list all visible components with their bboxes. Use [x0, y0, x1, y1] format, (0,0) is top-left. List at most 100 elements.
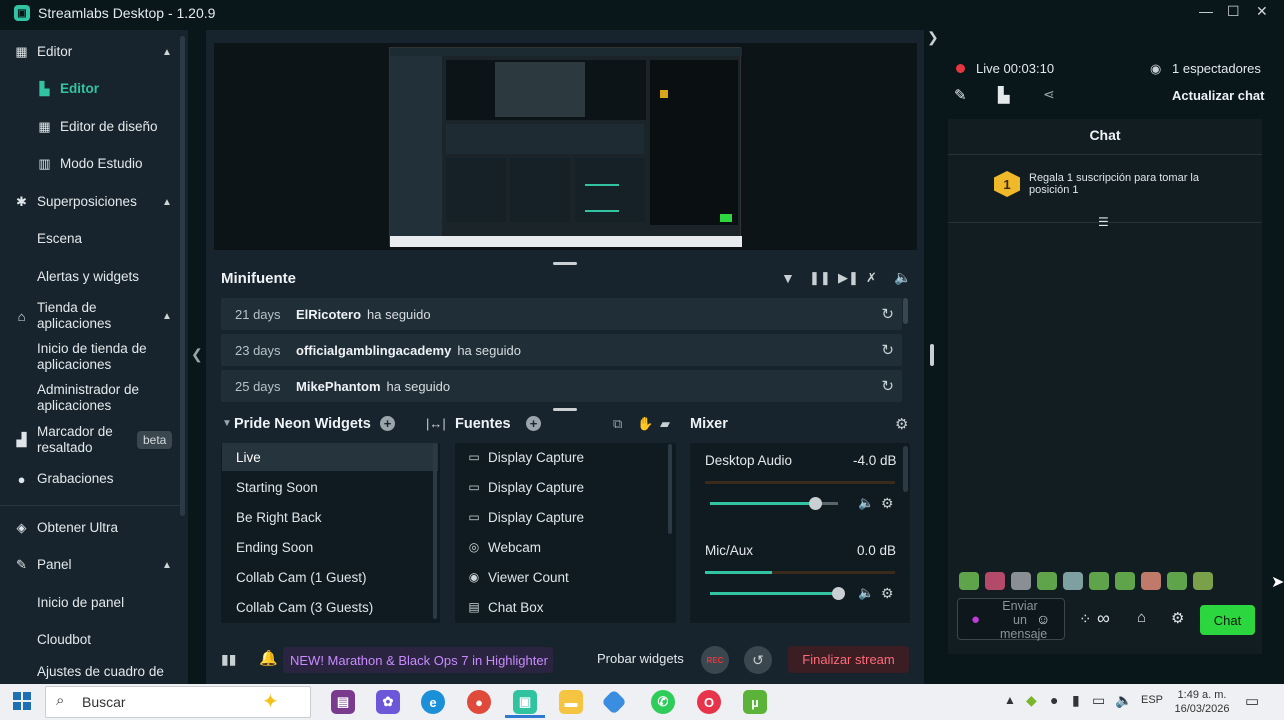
folder-icon[interactable]: ▰	[660, 416, 670, 432]
filter-icon[interactable]: ▼	[781, 270, 795, 286]
edit-stream-icon[interactable]: ✎	[954, 86, 967, 104]
source-item[interactable]: ▭ Display Capture	[463, 443, 668, 471]
edge-icon[interactable]: e	[421, 690, 445, 714]
speaker-icon[interactable]: 🔈	[858, 495, 874, 511]
notification-bell-icon[interactable]: 🔔	[259, 649, 278, 667]
gear-icon[interactable]: ⚙	[881, 585, 894, 602]
sidebar-group-panel[interactable]: ✎ Panel ▲	[0, 557, 180, 573]
windows-start-icon[interactable]	[13, 692, 31, 710]
dock-resize-handle[interactable]	[930, 344, 934, 366]
sidebar-item-layout-editor[interactable]: ▦ Editor de diseño	[0, 119, 180, 135]
resize-handle[interactable]	[553, 262, 577, 265]
stats-icon[interactable]: ▮▮	[221, 651, 236, 668]
replay-icon[interactable]: ↻	[881, 341, 894, 359]
pause-icon[interactable]: ❚❚	[809, 270, 831, 286]
scene-transition-icon[interactable]: |↔|	[426, 416, 446, 431]
emote-icon[interactable]	[985, 572, 1005, 590]
sidebar-item-app-store-home[interactable]: Inicio de tienda de aplicaciones	[0, 341, 180, 373]
infinity-icon[interactable]: ∞	[1097, 608, 1110, 629]
points-icon[interactable]: ⁘	[1079, 610, 1092, 628]
sidebar-item-app-manager[interactable]: Administrador de aplicaciones	[0, 382, 180, 414]
sidebar-item-panel-home[interactable]: Inicio de panel	[0, 595, 180, 611]
volume-icon[interactable]: 🔈	[894, 269, 911, 286]
emote-icon[interactable]	[959, 572, 979, 590]
sidebar-scrollbar[interactable]	[180, 36, 185, 516]
add-source-icon[interactable]: +	[526, 416, 541, 431]
tray-app-icon[interactable]: ◆	[1026, 692, 1037, 709]
volume-slider[interactable]	[710, 587, 845, 600]
source-item[interactable]: ◉ Viewer Count	[463, 563, 668, 591]
streamlabs-icon[interactable]: ▣	[513, 690, 537, 714]
sidebar-group-editor[interactable]: ▦ Editor ▲	[0, 44, 180, 60]
emote-icon[interactable]	[1037, 572, 1057, 590]
test-widgets-button[interactable]: Probar widgets	[597, 651, 684, 666]
sources-scrollbar[interactable]	[668, 444, 672, 534]
scene-item[interactable]: Live	[222, 443, 438, 471]
collapse-sidebar-icon[interactable]: ❮	[191, 346, 203, 363]
whatsapp-icon[interactable]: ✆	[651, 690, 675, 714]
gear-icon[interactable]: ⚙	[881, 495, 894, 512]
sidebar-item-cloudbot[interactable]: Cloudbot	[0, 632, 180, 648]
source-item[interactable]: ▤ Chat Box	[463, 593, 668, 621]
share-icon[interactable]: ⋖	[1043, 86, 1055, 103]
sidebar-group-app-store[interactable]: ⌂ Tienda de aplicaciones ▲	[0, 300, 180, 332]
source-item[interactable]: ▭ Display Capture	[463, 473, 668, 501]
end-stream-button[interactable]: Finalizar stream	[788, 646, 909, 673]
sidebar-item-recordings[interactable]: ● Grabaciones	[0, 471, 180, 487]
store-icon[interactable]: ⌂	[1137, 609, 1146, 626]
speaker-icon[interactable]: 🔈	[858, 585, 874, 601]
selective-recording-icon[interactable]: ⧉	[613, 416, 622, 432]
scene-item[interactable]: Collab Cam (3 Guests)	[222, 593, 438, 621]
chevron-down-icon[interactable]: ▼	[222, 418, 232, 429]
winrar-icon[interactable]: ▤	[331, 690, 355, 714]
tray-language[interactable]: ESP	[1141, 694, 1163, 706]
minimize-icon[interactable]: —	[1199, 3, 1213, 19]
notifications-icon[interactable]: ▭	[1245, 692, 1259, 710]
replay-icon[interactable]: ↻	[881, 377, 894, 395]
emote-icon[interactable]	[1141, 572, 1161, 590]
hand-icon[interactable]: ✋	[637, 416, 653, 432]
chrome-icon[interactable]: ●	[467, 690, 491, 714]
copilot-icon[interactable]: ✿	[376, 690, 400, 714]
emote-icon[interactable]	[1193, 572, 1213, 590]
tray-app-icon[interactable]: ●	[1050, 692, 1058, 708]
opera-icon[interactable]: O	[697, 690, 721, 714]
emote-icon[interactable]	[1063, 572, 1083, 590]
sidebar-item-studio-mode[interactable]: ▥ Modo Estudio	[0, 156, 180, 172]
chat-settings-icon[interactable]: ⚙	[1171, 609, 1184, 627]
scene-collection-title[interactable]: Pride Neon Widgets	[234, 416, 371, 432]
tray-network-icon[interactable]: ▭	[1092, 692, 1105, 709]
sidebar-item-get-ultra[interactable]: ◈ Obtener Ultra	[0, 520, 180, 536]
gear-icon[interactable]: ⚙	[895, 415, 908, 433]
scene-item[interactable]: Be Right Back	[222, 503, 438, 531]
minifeed-scrollbar[interactable]	[903, 298, 908, 324]
tray-volume-icon[interactable]: 🔈	[1115, 692, 1132, 709]
add-scene-icon[interactable]: +	[380, 416, 395, 431]
close-icon[interactable]: ✕	[1256, 3, 1268, 20]
scene-item[interactable]: Starting Soon	[222, 473, 438, 501]
volume-slider[interactable]	[710, 497, 838, 510]
webcam-icon[interactable]: ▙	[998, 86, 1010, 104]
tray-microphone-icon[interactable]: ▮	[1072, 692, 1080, 709]
tray-chevron-up-icon[interactable]: ▲	[1004, 693, 1016, 707]
scene-item[interactable]: Collab Cam (1 Guest)	[222, 563, 438, 591]
emote-icon[interactable]	[1011, 572, 1031, 590]
replay-buffer-icon[interactable]: ↺	[744, 646, 772, 674]
refresh-chat-button[interactable]: Actualizar chat	[1172, 88, 1264, 103]
sidebar-group-overlays[interactable]: ✱ Superposiciones ▲	[0, 194, 180, 210]
sidebar-item-scene[interactable]: Escena	[0, 231, 180, 247]
scenes-scrollbar[interactable]	[433, 444, 437, 619]
send-chat-button[interactable]: Chat	[1200, 605, 1255, 635]
sidebar-item-alerts-widgets[interactable]: Alertas y widgets	[0, 269, 180, 285]
mixer-scrollbar[interactable]	[903, 446, 908, 492]
maximize-icon[interactable]: ☐	[1227, 3, 1240, 20]
emote-icon[interactable]	[1167, 572, 1187, 590]
source-item[interactable]: ◎ Webcam	[463, 533, 668, 561]
file-explorer-icon[interactable]: ▬	[559, 690, 583, 714]
tray-clock[interactable]: 1:49 a. m. 16/03/2026	[1172, 688, 1232, 716]
emote-icon[interactable]	[1115, 572, 1135, 590]
mute-alerts-icon[interactable]: ✗	[866, 270, 877, 286]
microphone-icon[interactable]: ●	[971, 611, 980, 628]
skip-icon[interactable]: ▶❚	[838, 270, 859, 286]
highlighter-promo-banner[interactable]: NEW! Marathon & Black Ops 7 in Highlight…	[283, 647, 553, 673]
